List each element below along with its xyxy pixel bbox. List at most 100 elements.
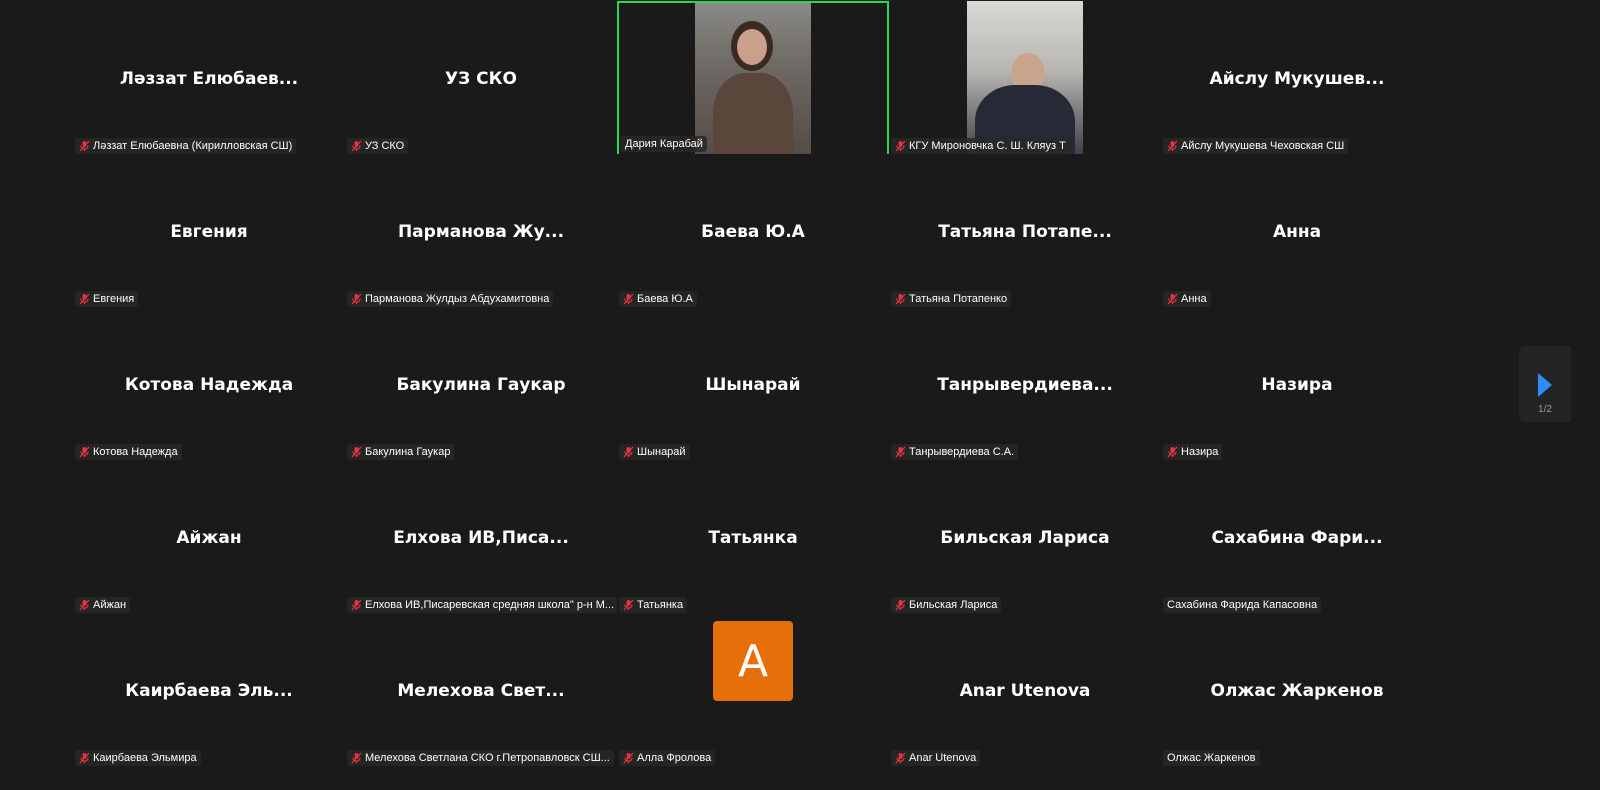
participant-label: Назира: [1163, 444, 1223, 460]
participant-label: Ләззат Елюбаевна (Кирилловская СШ): [75, 138, 297, 154]
muted-mic-icon: [351, 446, 362, 458]
participant-label-text: Танрывердиева С.А.: [909, 446, 1015, 458]
muted-mic-icon: [351, 599, 362, 611]
video-person-face: [737, 29, 767, 65]
chevron-right-icon: [1538, 373, 1552, 397]
participant-video: [695, 3, 811, 154]
participant-label: Бильская Лариса: [891, 597, 1002, 613]
participant-label-text: КГУ Мироновчка С. Ш. Кляуз Т: [909, 140, 1066, 152]
participant-label-text: Бильская Лариса: [909, 599, 998, 611]
participant-tile[interactable]: Назира Назира: [1161, 307, 1433, 462]
participant-label: КГУ Мироновчка С. Ш. Кляуз Т: [891, 138, 1070, 154]
muted-mic-icon: [1167, 140, 1178, 152]
participant-tile[interactable]: Котова Надежда Котова Надежда: [73, 307, 345, 462]
participant-tile[interactable]: Anar Utenova Anar Utenova: [889, 613, 1161, 768]
participant-label: Мелехова Светлана СКО г.Петропавловск СШ…: [347, 750, 614, 766]
muted-mic-icon: [895, 752, 906, 764]
participant-tile[interactable]: Елхова ИВ,Писа... Елхова ИВ,Писаревская …: [345, 460, 617, 615]
participant-tile[interactable]: Анна Анна: [1161, 154, 1433, 309]
participant-tile[interactable]: УЗ СКО УЗ СКО: [345, 1, 617, 156]
participant-label-text: Олжас Жаркенов: [1167, 752, 1256, 764]
participant-name-display: Ләззат Елюбаев...: [119, 69, 299, 89]
participant-label-text: Anar Utenova: [909, 752, 977, 764]
participant-tile[interactable]: Сахабина Фари... Сахабина Фарида Капасов…: [1161, 460, 1433, 615]
muted-mic-icon: [623, 599, 634, 611]
participant-name-display: Айжан: [176, 528, 242, 548]
participant-name-display: Котова Надежда: [124, 375, 294, 395]
muted-mic-icon: [79, 599, 90, 611]
participant-label: Парманова Жулдыз Абдухамитовна: [347, 291, 554, 307]
participant-tile[interactable]: Айслу Мукушев... Айслу Мукушева Чеховска…: [1161, 1, 1433, 156]
participant-label: Олжас Жаркенов: [1163, 750, 1260, 766]
muted-mic-icon: [351, 752, 362, 764]
participant-name-display: Парманова Жу...: [397, 222, 565, 242]
participant-name-display: Танрывердиева...: [937, 375, 1113, 395]
participant-name-display: Назира: [1261, 375, 1333, 395]
participant-label: Котова Надежда: [75, 444, 182, 460]
participant-tile[interactable]: Каирбаева Эль... Каирбаева Эльмира: [73, 613, 345, 768]
participant-name-display: Бакулина Гаукар: [396, 375, 566, 395]
participant-tile[interactable]: Евгения Евгения: [73, 154, 345, 309]
participant-label-text: Каирбаева Эльмира: [93, 752, 197, 764]
participant-name-display: Сахабина Фари...: [1211, 528, 1383, 548]
participant-tile[interactable]: Парманова Жу... Парманова Жулдыз Абдухам…: [345, 154, 617, 309]
participant-tile[interactable]: Татьянка Татьянка: [617, 460, 889, 615]
participant-tile[interactable]: Олжас Жаркенов Олжас Жаркенов: [1161, 613, 1433, 768]
muted-mic-icon: [1167, 293, 1178, 305]
participant-tile[interactable]: Баева Ю.А Баева Ю.А: [617, 154, 889, 309]
participant-name-display: Олжас Жаркенов: [1210, 681, 1384, 701]
participant-name-display: Anar Utenova: [959, 681, 1091, 701]
participant-label: Баева Ю.А: [619, 291, 697, 307]
participant-tile[interactable]: Айжан Айжан: [73, 460, 345, 615]
participant-label: Елхова ИВ,Писаревская средняя школа" р-н…: [347, 597, 617, 613]
participant-tile[interactable]: Шынарай Шынарай: [617, 307, 889, 462]
page-indicator: 1/2: [1538, 404, 1552, 415]
participant-label-text: Елхова ИВ,Писаревская средняя школа" р-н…: [365, 599, 615, 611]
next-page-button[interactable]: 1/2: [1519, 346, 1571, 422]
participant-tile[interactable]: Ләззат Елюбаев... Ләззат Елюбаевна (Кири…: [73, 1, 345, 156]
participant-tile[interactable]: КГУ Мироновчка С. Ш. Кляуз Т: [889, 1, 1161, 156]
participant-label-text: Котова Надежда: [93, 446, 178, 458]
participant-label-text: Айжан: [93, 599, 127, 611]
muted-mic-icon: [79, 446, 90, 458]
participant-name-display: Шынарай: [705, 375, 801, 395]
participant-tile[interactable]: Танрывердиева... Танрывердиева С.А.: [889, 307, 1161, 462]
participant-label-text: УЗ СКО: [365, 140, 405, 152]
muted-mic-icon: [79, 752, 90, 764]
participant-name-display: Евгения: [170, 222, 248, 242]
participant-tile[interactable]: А Алла Фролова: [617, 613, 889, 768]
participant-label-text: Бакулина Гаукар: [365, 446, 451, 458]
participant-label: Айжан: [75, 597, 131, 613]
participant-name-display: Баева Ю.А: [701, 222, 805, 242]
muted-mic-icon: [623, 752, 634, 764]
participant-label: Татьянка: [619, 597, 688, 613]
participant-label: Бакулина Гаукар: [347, 444, 455, 460]
participant-tile[interactable]: Бильская Лариса Бильская Лариса: [889, 460, 1161, 615]
participant-label: УЗ СКО: [347, 138, 409, 154]
participant-name-display: УЗ СКО: [445, 69, 517, 89]
participant-name-display: Анна: [1272, 222, 1322, 242]
participant-label-text: Парманова Жулдыз Абдухамитовна: [365, 293, 550, 305]
participant-label-text: Мелехова Светлана СКО г.Петропавловск СШ…: [365, 752, 610, 764]
muted-mic-icon: [79, 293, 90, 305]
muted-mic-icon: [351, 293, 362, 305]
participant-label: Сахабина Фарида Капасовна: [1163, 597, 1322, 613]
participant-name-display: Татьяна Потапе...: [938, 222, 1112, 242]
avatar: А: [713, 621, 793, 701]
participant-tile[interactable]: Бакулина Гаукар Бакулина Гаукар: [345, 307, 617, 462]
participant-tile[interactable]: Татьяна Потапе... Татьяна Потапенко: [889, 154, 1161, 309]
participant-name-display: Айслу Мукушев...: [1209, 69, 1385, 89]
participant-tile-active-speaker[interactable]: Дария Карабай: [617, 1, 889, 156]
participant-label-text: Назира: [1181, 446, 1219, 458]
participant-label-text: Татьяна Потапенко: [909, 293, 1008, 305]
participant-name-display: Каирбаева Эль...: [125, 681, 293, 701]
participant-label-text: Дария Карабай: [625, 138, 703, 150]
video-person-body: [713, 73, 793, 154]
participant-tile[interactable]: Мелехова Свет... Мелехова Светлана СКО г…: [345, 613, 617, 768]
participant-label-text: Алла Фролова: [637, 752, 712, 764]
participant-label-text: Татьянка: [637, 599, 684, 611]
muted-mic-icon: [623, 293, 634, 305]
participant-label: Anar Utenova: [891, 750, 981, 766]
muted-mic-icon: [351, 140, 362, 152]
participant-label-text: Ләззат Елюбаевна (Кирилловская СШ): [93, 140, 293, 152]
